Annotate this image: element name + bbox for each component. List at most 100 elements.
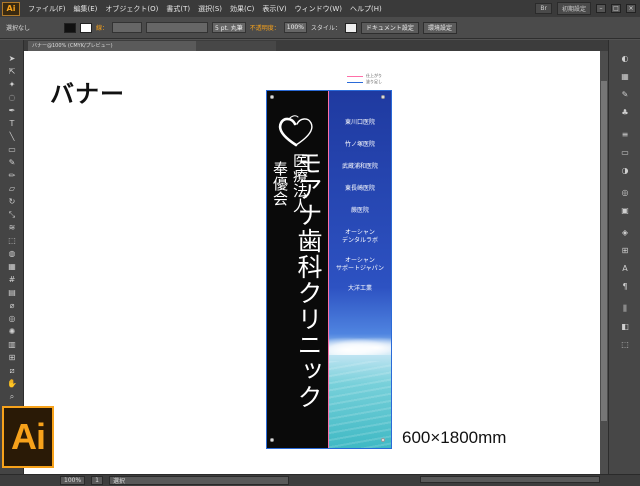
app-logo-icon: Ai — [2, 1, 20, 16]
scale-tool-icon[interactable]: ⤡ — [5, 210, 19, 220]
stroke-swatch[interactable] — [80, 22, 93, 33]
pen-tool-icon[interactable]: ✒ — [5, 106, 19, 116]
menu-bar: Ai ファイル(F) 編集(E) オブジェクト(O) 書式(T) 選択(S) 効… — [0, 0, 640, 17]
lasso-tool-icon[interactable]: ◌ — [5, 93, 19, 103]
slice-tool-icon[interactable]: ⧄ — [5, 366, 19, 376]
horizontal-scrollbar[interactable] — [420, 476, 600, 483]
blend-tool-icon[interactable]: ◎ — [5, 314, 19, 324]
opacity-label[interactable]: 不透明度： — [250, 23, 280, 32]
direct-selection-tool-icon[interactable]: ⇱ — [5, 67, 19, 77]
transparency-panel-icon[interactable]: ◑ — [619, 166, 631, 176]
paragraph-panel-icon[interactable]: ¶ — [619, 282, 631, 292]
menu-edit[interactable]: 編集(E) — [74, 4, 98, 14]
zoom-tool-icon[interactable]: ⌕ — [5, 392, 19, 402]
perspective-tool-icon[interactable]: ▦ — [5, 262, 19, 272]
opacity-select[interactable]: 100% — [283, 22, 307, 33]
line-tool-icon[interactable]: ╲ — [5, 132, 19, 142]
bridge-icon[interactable]: Br — [535, 3, 552, 14]
size-label: 600×1800mm — [402, 428, 507, 447]
eyedropper-tool-icon[interactable]: ⌀ — [5, 301, 19, 311]
transform-panel-icon[interactable]: ⬚ — [619, 340, 631, 350]
pencil-tool-icon[interactable]: ✏ — [5, 171, 19, 181]
document-tab[interactable] — [196, 41, 276, 51]
brush-select[interactable]: 5 pt. 丸筆 — [212, 22, 246, 33]
style-swatch[interactable] — [344, 22, 357, 33]
corner-marker — [381, 95, 385, 99]
clinic-item: 武蔵浦和医院 — [341, 163, 378, 170]
stroke-panel-icon[interactable]: ≡ — [619, 130, 631, 140]
menu-window[interactable]: ウィンドウ(W) — [295, 4, 342, 14]
trim-line-swatch — [347, 75, 363, 77]
align-panel-icon[interactable]: ⫼ — [619, 304, 631, 314]
mesh-tool-icon[interactable]: # — [5, 275, 19, 285]
clinic-item: オーシャン デンタルラボ — [341, 229, 378, 244]
clouds-image — [329, 337, 391, 355]
corner-marker — [381, 438, 385, 442]
graphic-styles-panel-icon[interactable]: ▣ — [619, 206, 631, 216]
rotate-tool-icon[interactable]: ↻ — [5, 197, 19, 207]
symbol-sprayer-tool-icon[interactable]: ✺ — [5, 327, 19, 337]
menu-select[interactable]: 選択(S) — [198, 4, 222, 14]
menu-type[interactable]: 書式(T) — [166, 4, 190, 14]
zoom-select[interactable]: 100% — [60, 476, 86, 485]
document-tab-bar: バナー@100% (CMYK/プレビュー) — [24, 40, 608, 51]
menu-effect[interactable]: 効果(C) — [230, 4, 254, 14]
control-bar: 選択なし 線： 5 pt. 丸筆 不透明度： 100% スタイル： ドキュメント… — [0, 17, 640, 39]
minimize-icon[interactable]: – — [596, 4, 606, 13]
current-tool-display[interactable]: 選択 — [108, 476, 289, 485]
swatches-panel-icon[interactable]: ▦ — [619, 72, 631, 82]
preferences-button[interactable]: 環境設定 — [422, 21, 457, 34]
style-label: スタイル： — [310, 25, 341, 32]
brushes-panel-icon[interactable]: ✎ — [619, 90, 631, 100]
page-heading: バナー — [50, 79, 125, 108]
layers-panel-icon[interactable]: ◈ — [619, 228, 631, 238]
workspace-switcher[interactable]: 初期設定 — [556, 2, 591, 15]
clinic-list: 東川口医院 竹ノ塚医院 武蔵浦和医院 東長崎医院 蕨医院 オーシャン デンタルラ… — [329, 119, 391, 293]
menu-file[interactable]: ファイル(F) — [28, 4, 66, 14]
selection-tool-icon[interactable]: ➤ — [5, 54, 19, 64]
maximize-icon[interactable]: □ — [611, 4, 621, 13]
sea-image — [329, 361, 391, 448]
document-tab-active[interactable]: バナー@100% (CMYK/プレビュー) — [28, 41, 196, 51]
vertical-scroll-thumb[interactable] — [601, 81, 607, 421]
shape-builder-tool-icon[interactable]: ◍ — [5, 249, 19, 259]
character-panel-icon[interactable]: A — [619, 264, 631, 274]
bleed-line-swatch — [347, 81, 363, 83]
appearance-panel-icon[interactable]: ◎ — [619, 188, 631, 198]
corporation-line-1: 医療法人 — [291, 153, 309, 213]
magic-wand-tool-icon[interactable]: ✦ — [5, 80, 19, 90]
brush-tool-icon[interactable]: ✎ — [5, 158, 19, 168]
close-icon[interactable]: × — [626, 4, 636, 13]
stroke-label[interactable]: 線： — [96, 23, 108, 32]
corporation-name-vertical: 医療法人 奉優会 — [271, 153, 309, 213]
guide-legend: 仕上がり 塗り足し — [347, 73, 382, 85]
artboard-nav-select[interactable]: 1 — [91, 476, 103, 485]
heart-logo-icon — [278, 115, 313, 147]
rectangle-tool-icon[interactable]: ▭ — [5, 145, 19, 155]
warp-tool-icon[interactable]: ≋ — [5, 223, 19, 233]
pathfinder-panel-icon[interactable]: ◧ — [619, 322, 631, 332]
menu-view[interactable]: 表示(V) — [262, 4, 286, 14]
bleed-legend-label: 塗り足し — [366, 79, 382, 84]
artboards-panel-icon[interactable]: ⊞ — [619, 246, 631, 256]
type-tool-icon[interactable]: T — [5, 119, 19, 129]
clinic-item: 東長崎医院 — [344, 185, 375, 192]
stroke-weight-select[interactable] — [112, 22, 143, 33]
menu-object[interactable]: オブジェクト(O) — [105, 4, 158, 14]
free-transform-tool-icon[interactable]: ⬚ — [5, 236, 19, 246]
variable-width-select[interactable] — [146, 22, 209, 33]
document-settings-button[interactable]: ドキュメント設定 — [360, 21, 419, 34]
gradient-panel-icon[interactable]: ▭ — [619, 148, 631, 158]
menu-help[interactable]: ヘルプ(H) — [350, 4, 382, 14]
fill-swatch[interactable] — [64, 22, 77, 33]
graph-tool-icon[interactable]: ▥ — [5, 340, 19, 350]
gradient-tool-icon[interactable]: ▤ — [5, 288, 19, 298]
eraser-tool-icon[interactable]: ▱ — [5, 184, 19, 194]
symbols-panel-icon[interactable]: ♣ — [619, 108, 631, 118]
color-panel-icon[interactable]: ◐ — [619, 54, 631, 64]
hand-tool-icon[interactable]: ✋ — [5, 379, 19, 389]
selection-status: 選択なし — [6, 25, 31, 32]
artboard-tool-icon[interactable]: ⊞ — [5, 353, 19, 363]
clinic-item: 東川口医院 — [344, 119, 375, 126]
vertical-scrollbar[interactable] — [600, 51, 608, 474]
